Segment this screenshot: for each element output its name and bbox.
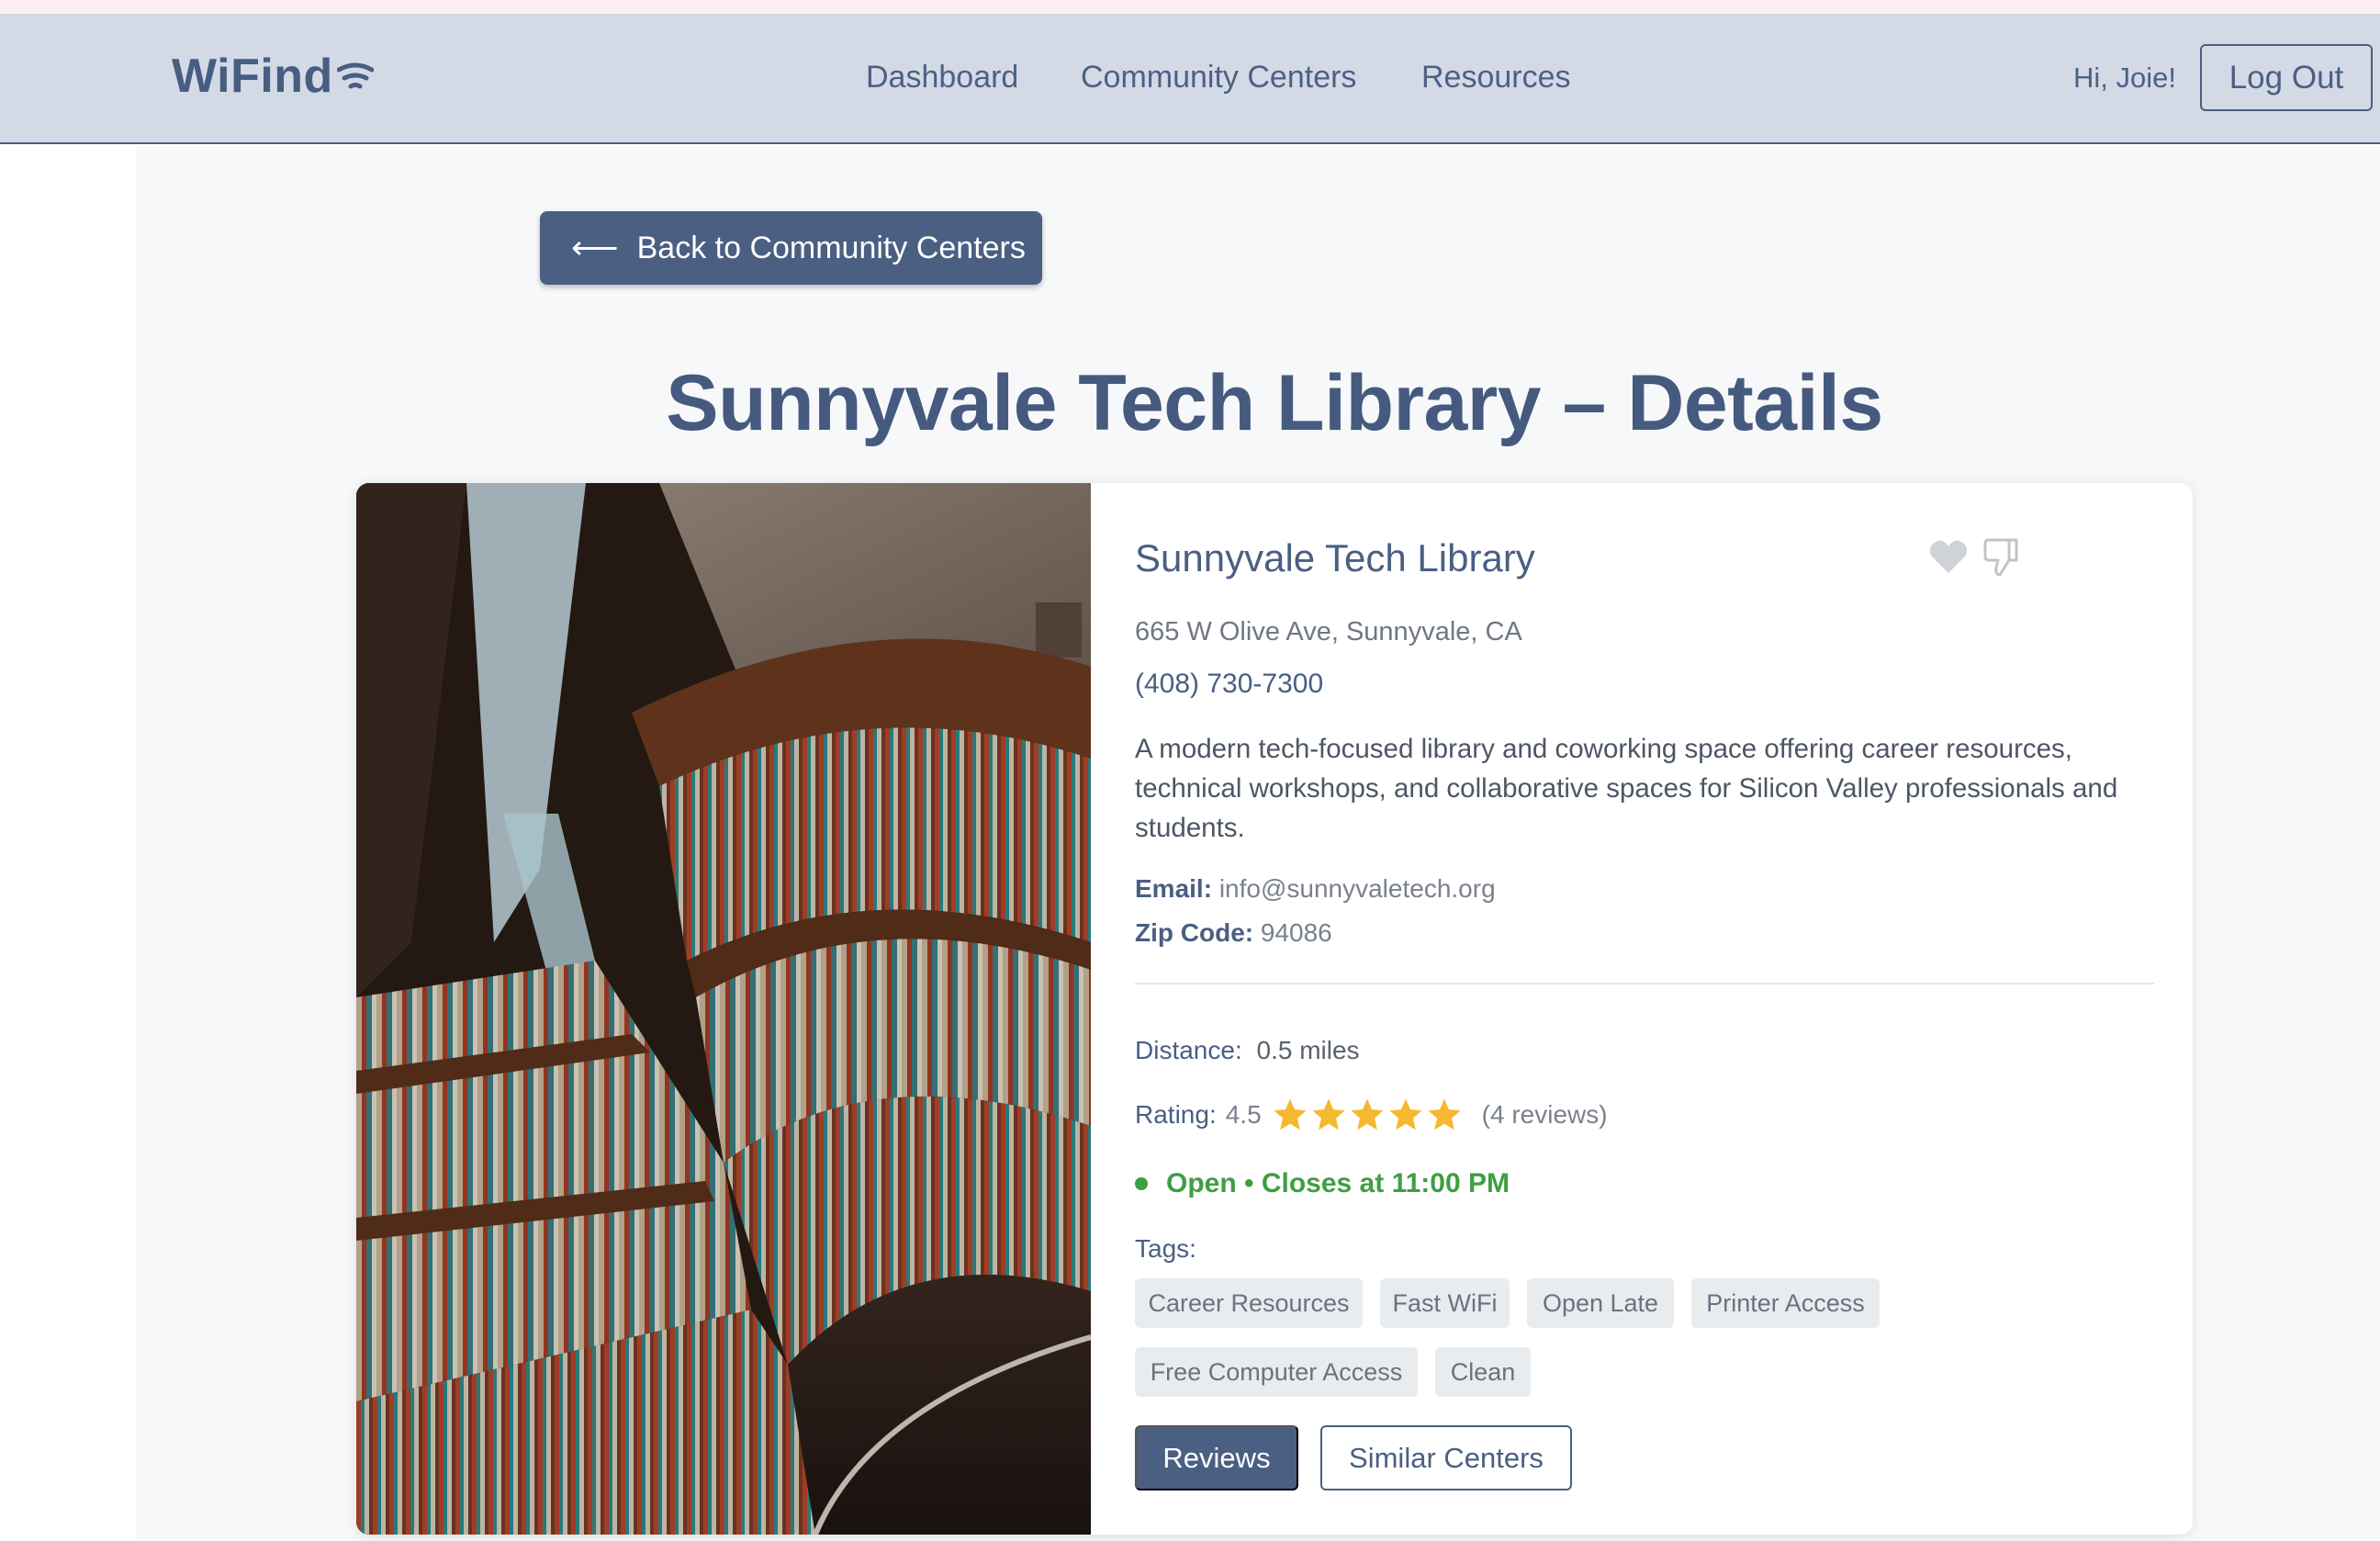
nav-link-community-centers[interactable]: Community Centers: [1081, 60, 1356, 96]
back-to-community-centers-button[interactable]: ⟵ Back to Community Centers: [540, 211, 1042, 285]
open-status: Open • Closes at 11:00 PM: [1135, 1168, 1510, 1199]
logout-button[interactable]: Log Out: [2200, 44, 2373, 111]
center-info: Sunnyvale Tech Library 665 W Olive Ave, …: [1135, 483, 2154, 1535]
top-strip: [0, 0, 2380, 14]
star-icon: [1428, 1098, 1461, 1130]
back-button-label: Back to Community Centers: [636, 230, 1026, 265]
nav-link-dashboard[interactable]: Dashboard: [866, 60, 1018, 96]
rating-label: Rating:: [1135, 1100, 1217, 1129]
zip-label: Zip Code:: [1135, 918, 1254, 947]
tags-label: Tags:: [1135, 1234, 1196, 1263]
tag: Free Computer Access: [1135, 1347, 1418, 1397]
reviews-button[interactable]: Reviews: [1135, 1425, 1298, 1490]
zip-row: Zip Code: 94086: [1135, 918, 1332, 948]
center-phone[interactable]: (408) 730-7300: [1135, 669, 1323, 700]
tag: Printer Access: [1691, 1278, 1880, 1328]
logo[interactable]: WiFind: [172, 49, 374, 104]
star-icon: [1351, 1098, 1384, 1130]
tag: Career Resources: [1135, 1278, 1363, 1328]
tag: Fast WiFi: [1380, 1278, 1510, 1328]
distance-row: Distance: 0.5 miles: [1135, 1036, 1360, 1065]
page-title: Sunnyvale Tech Library – Details: [666, 359, 1883, 447]
tag: Clean: [1435, 1347, 1531, 1397]
thumbs-down-icon[interactable]: [1983, 538, 2020, 581]
status-dot-icon: [1135, 1177, 1148, 1190]
rating-stars: [1271, 1097, 1464, 1133]
similar-centers-button[interactable]: Similar Centers: [1320, 1425, 1572, 1490]
divider: [1135, 983, 2154, 984]
tag: Open Late: [1527, 1278, 1674, 1328]
distance-label: Distance:: [1135, 1036, 1242, 1064]
email-row: Email: info@sunnyvaletech.org: [1135, 874, 1496, 904]
rating-value: 4.5: [1225, 1100, 1262, 1129]
center-description: A modern tech-focused library and cowork…: [1135, 734, 2118, 843]
heart-icon[interactable]: [1928, 538, 1969, 579]
star-icon: [1312, 1098, 1345, 1130]
logo-text: WiFind: [172, 50, 333, 103]
center-name: Sunnyvale Tech Library: [1135, 536, 1535, 579]
star-icon: [1389, 1098, 1422, 1130]
library-photo: [356, 483, 1091, 1535]
email-value[interactable]: info@sunnyvaletech.org: [1219, 874, 1496, 903]
center-detail-card: Sunnyvale Tech Library 665 W Olive Ave, …: [356, 483, 2193, 1535]
rating-row: Rating: 4.5 (4 reviews): [1135, 1097, 1608, 1133]
distance-value: 0.5 miles: [1256, 1036, 1360, 1064]
navbar: WiFind Dashboard Community Centers Resou…: [0, 14, 2380, 144]
user-greeting: Hi, Joie!: [2073, 62, 2176, 94]
open-status-text: Open • Closes at 11:00 PM: [1166, 1168, 1510, 1198]
star-icon: [1274, 1098, 1307, 1130]
center-address: 665 W Olive Ave, Sunnyvale, CA: [1135, 617, 1522, 647]
zip-value: 94086: [1260, 918, 1332, 947]
nav-link-resources[interactable]: Resources: [1421, 60, 1571, 96]
reviews-count: (4 reviews): [1481, 1100, 1608, 1129]
arrow-left-icon: ⟵: [571, 229, 619, 266]
email-label: Email:: [1135, 874, 1213, 903]
wifi-icon: [336, 62, 374, 89]
